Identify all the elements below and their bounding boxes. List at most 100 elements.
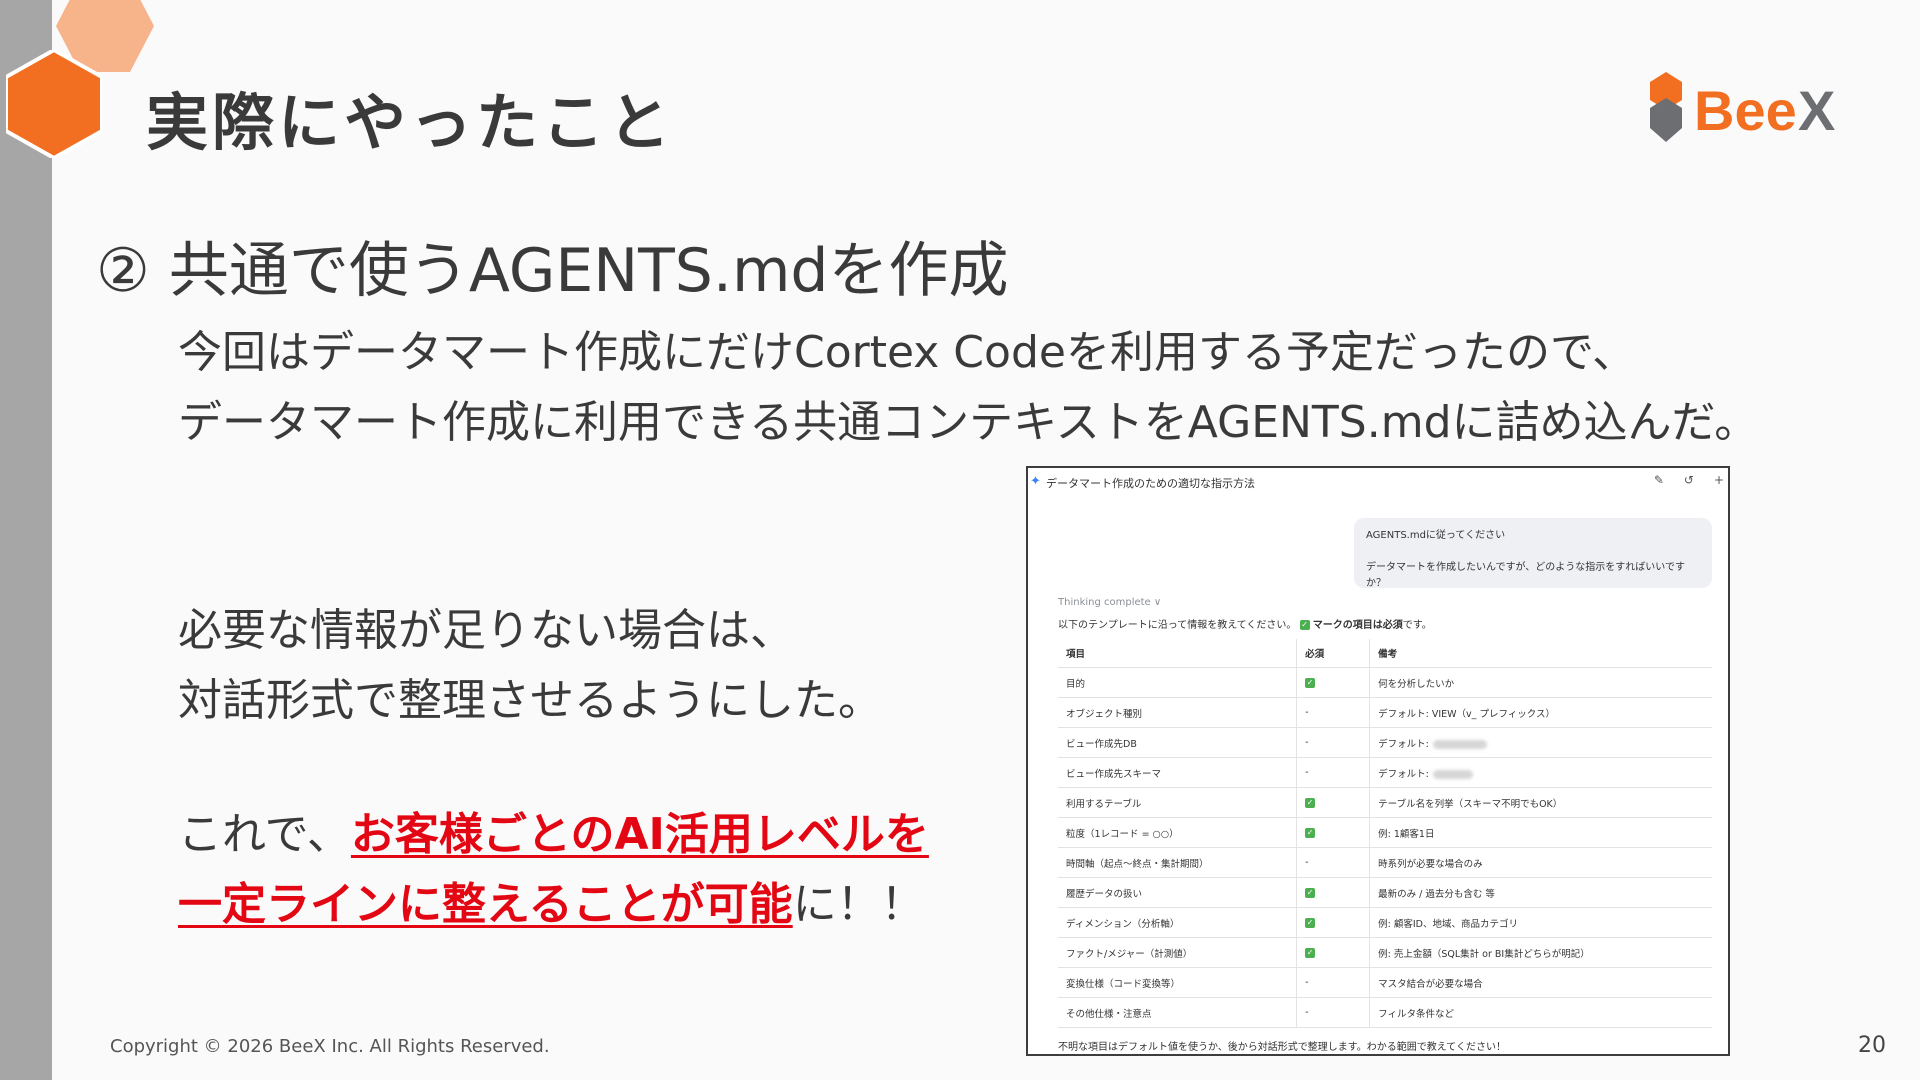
add-icon[interactable]: +	[1714, 473, 1724, 487]
thinking-status[interactable]: Thinking complete ∨	[1058, 597, 1161, 608]
row-note: テーブル名を列挙（スキーマ不明でもOK）	[1369, 787, 1712, 818]
copyright: Copyright © 2026 BeeX Inc. All Rights Re…	[110, 1036, 550, 1057]
row-note-text: デフォルト:	[1378, 738, 1429, 750]
row-note-text: フィルタ条件など	[1378, 1008, 1454, 1020]
row-item: その他仕様・注意点	[1058, 997, 1297, 1028]
chat-footer-message: 不明な項目はデフォルト値を使うか、後から対話形式で整理します。わかる範囲で教えて…	[1058, 1042, 1506, 1053]
row-note: デフォルト:	[1369, 757, 1712, 788]
sparkle-icon: ✦	[1030, 474, 1041, 489]
table-row: 履歴データの扱い ✓ 最新のみ / 過去分も含む 等	[1058, 877, 1712, 908]
instruction-bold: マークの項目は必須	[1312, 620, 1403, 631]
table-header-item: 項目	[1058, 639, 1297, 668]
intro-text: 今回はデータマート作成にだけCortex Codeを利用する予定だったので、 デ…	[178, 318, 1758, 458]
row-item: 時間軸（起点〜終点・集計期間）	[1058, 847, 1297, 878]
check-icon: ✓	[1305, 827, 1316, 838]
table-body: 目的 ✓ 何を分析したいか オブジェクト種別 - デフォルト: VIEW（v_ プレフィッ…	[1058, 667, 1712, 1028]
check-icon: ✓	[1305, 887, 1316, 898]
history-icon[interactable]: ↺	[1684, 473, 1694, 487]
row-note-text: 時系列が必要な場合のみ	[1378, 858, 1483, 870]
slide-title: 実際にやったこと	[146, 86, 675, 159]
chat-screenshot: ✦ データマート作成のための適切な指示方法 ✎ ↺ + AGENTS.mdに従っ…	[1026, 466, 1730, 1056]
hexagon-decoration	[6, 50, 102, 158]
table-row: 粒度（1レコード = ○○） ✓ 例: 1顧客1日	[1058, 817, 1712, 848]
row-note-text: 最新のみ / 過去分も含む 等	[1378, 888, 1495, 900]
row-required: -	[1296, 757, 1370, 788]
table-row: 時間軸（起点〜終点・集計期間） - 時系列が必要な場合のみ	[1058, 847, 1712, 878]
row-required: -	[1296, 727, 1370, 758]
row-required: ✓	[1296, 937, 1370, 968]
row-note-text: 例: 1顧客1日	[1378, 828, 1435, 840]
row-note-text: テーブル名を列挙（スキーマ不明でもOK）	[1378, 798, 1563, 810]
user-message-line-2: データマートを作成したいんですが、どのような指示をすればいいですか？	[1366, 562, 1685, 589]
row-required: -	[1296, 967, 1370, 998]
row-required: ✓	[1296, 787, 1370, 818]
row-item: 変換仕様（コード変換等）	[1058, 967, 1297, 998]
row-required: -	[1296, 847, 1370, 878]
intro-line-2: データマート作成に利用できる共通コンテキストをAGENTS.mdに詰め込んだ。	[178, 397, 1759, 448]
edit-icon[interactable]: ✎	[1654, 473, 1664, 487]
table-row: その他仕様・注意点 - フィルタ条件など	[1058, 997, 1712, 1028]
dialog-note-text: 必要な情報が足りない場合は、 対話形式で整理させるようにした。	[178, 596, 882, 736]
row-required: ✓	[1296, 667, 1370, 698]
row-note: 例: 1顧客1日	[1369, 817, 1712, 848]
row-note: フィルタ条件など	[1369, 997, 1712, 1028]
user-message-bubble: AGENTS.mdに従ってください データマートを作成したいんですが、どのような…	[1354, 518, 1712, 589]
row-note: 何を分析したいか	[1369, 667, 1712, 698]
note-line-2: 対話形式で整理させるようにした。	[178, 675, 882, 726]
row-item: ビュー作成先スキーマ	[1058, 757, 1297, 788]
row-note: 例: 顧客ID、地域、商品カテゴリ	[1369, 907, 1712, 938]
row-note: 例: 売上金額（SQL集計 or BI集計どちらが明記）	[1369, 937, 1712, 968]
user-message-line-1: AGENTS.mdに従ってください	[1366, 530, 1506, 541]
svg-text:Bee: Bee	[1694, 79, 1797, 142]
note-line-1: 必要な情報が足りない場合は、	[178, 605, 794, 656]
row-note-text: マスタ結合が必要な場合	[1378, 978, 1483, 990]
table-row: 利用するテーブル ✓ テーブル名を列挙（スキーマ不明でもOK）	[1058, 787, 1712, 818]
beex-logo: Bee X	[1650, 72, 1835, 142]
row-item: ファクト/メジャー（計測値）	[1058, 937, 1297, 968]
chat-title: データマート作成のための適切な指示方法	[1046, 477, 1255, 490]
section-subheading: ② 共通で使うAGENTS.mdを作成	[96, 236, 1009, 306]
chat-header: ✦ データマート作成のための適切な指示方法 ✎ ↺ +	[1028, 468, 1728, 498]
table-header-row: 項目 必須 備考	[1058, 639, 1712, 668]
row-note: 最新のみ / 過去分も含む 等	[1369, 877, 1712, 908]
row-item: 粒度（1レコード = ○○）	[1058, 817, 1297, 848]
row-item: ビュー作成先DB	[1058, 727, 1297, 758]
check-icon: ✓	[1305, 797, 1316, 808]
row-note-text: 例: 売上金額（SQL集計 or BI集計どちらが明記）	[1378, 948, 1590, 960]
intro-line-1: 今回はデータマート作成にだけCortex Codeを利用する予定だったので、	[178, 327, 1637, 378]
row-note: デフォルト:	[1369, 727, 1712, 758]
check-icon: ✓	[1299, 620, 1310, 630]
row-note-text: 何を分析したいか	[1378, 678, 1455, 690]
row-item: オブジェクト種別	[1058, 697, 1297, 728]
row-item: 利用するテーブル	[1058, 787, 1297, 818]
row-note-text: デフォルト: VIEW（v_ プレフィックス）	[1378, 708, 1555, 720]
row-note-text: 例: 顧客ID、地域、商品カテゴリ	[1378, 918, 1518, 930]
instruction-prefix: 以下のテンプレートに沿って情報を教えてください。	[1058, 620, 1297, 631]
table-row: ビュー作成先スキーマ - デフォルト:	[1058, 757, 1712, 788]
row-required: -	[1296, 697, 1370, 728]
row-item: 履歴データの扱い	[1058, 877, 1297, 908]
row-note: マスタ結合が必要な場合	[1369, 967, 1712, 998]
svg-text:X: X	[1798, 79, 1835, 142]
table-row: ディメンション（分析軸） ✓ 例: 顧客ID、地域、商品カテゴリ	[1058, 907, 1712, 938]
row-item: 目的	[1058, 667, 1297, 698]
chat-header-actions: ✎ ↺ +	[1654, 473, 1724, 487]
conclusion-text: これで、お客様ごとのAI活用レベルを 一定ラインに整えることが可能に！！	[178, 800, 929, 940]
left-accent-bar	[0, 0, 52, 1080]
check-icon: ✓	[1305, 947, 1316, 958]
row-item: ディメンション（分析軸）	[1058, 907, 1297, 938]
instruction-suffix: です。	[1402, 620, 1432, 631]
table-row: ファクト/メジャー（計測値） ✓ 例: 売上金額（SQL集計 or BI集計どちらが…	[1058, 937, 1712, 968]
conclusion-suffix: に！！	[792, 879, 925, 930]
check-icon: ✓	[1305, 917, 1316, 928]
row-required: -	[1296, 997, 1370, 1028]
conclusion-highlight-1: お客様ごとのAI活用レベルを	[350, 809, 929, 860]
requirements-table: 項目 必須 備考 目的 ✓ 何を分析したいか オブジェクト種別 - デフォルト: VIEW…	[1058, 639, 1712, 1028]
row-required: ✓	[1296, 817, 1370, 848]
table-row: オブジェクト種別 - デフォルト: VIEW（v_ プレフィックス）	[1058, 697, 1712, 728]
row-note: デフォルト: VIEW（v_ プレフィックス）	[1369, 697, 1712, 728]
redacted-value	[1432, 769, 1473, 779]
table-header-required: 必須	[1296, 639, 1370, 668]
check-icon: ✓	[1305, 677, 1316, 688]
assistant-instruction: 以下のテンプレートに沿って情報を教えてください。 ✓ マークの項目は必須です。	[1058, 616, 1432, 631]
